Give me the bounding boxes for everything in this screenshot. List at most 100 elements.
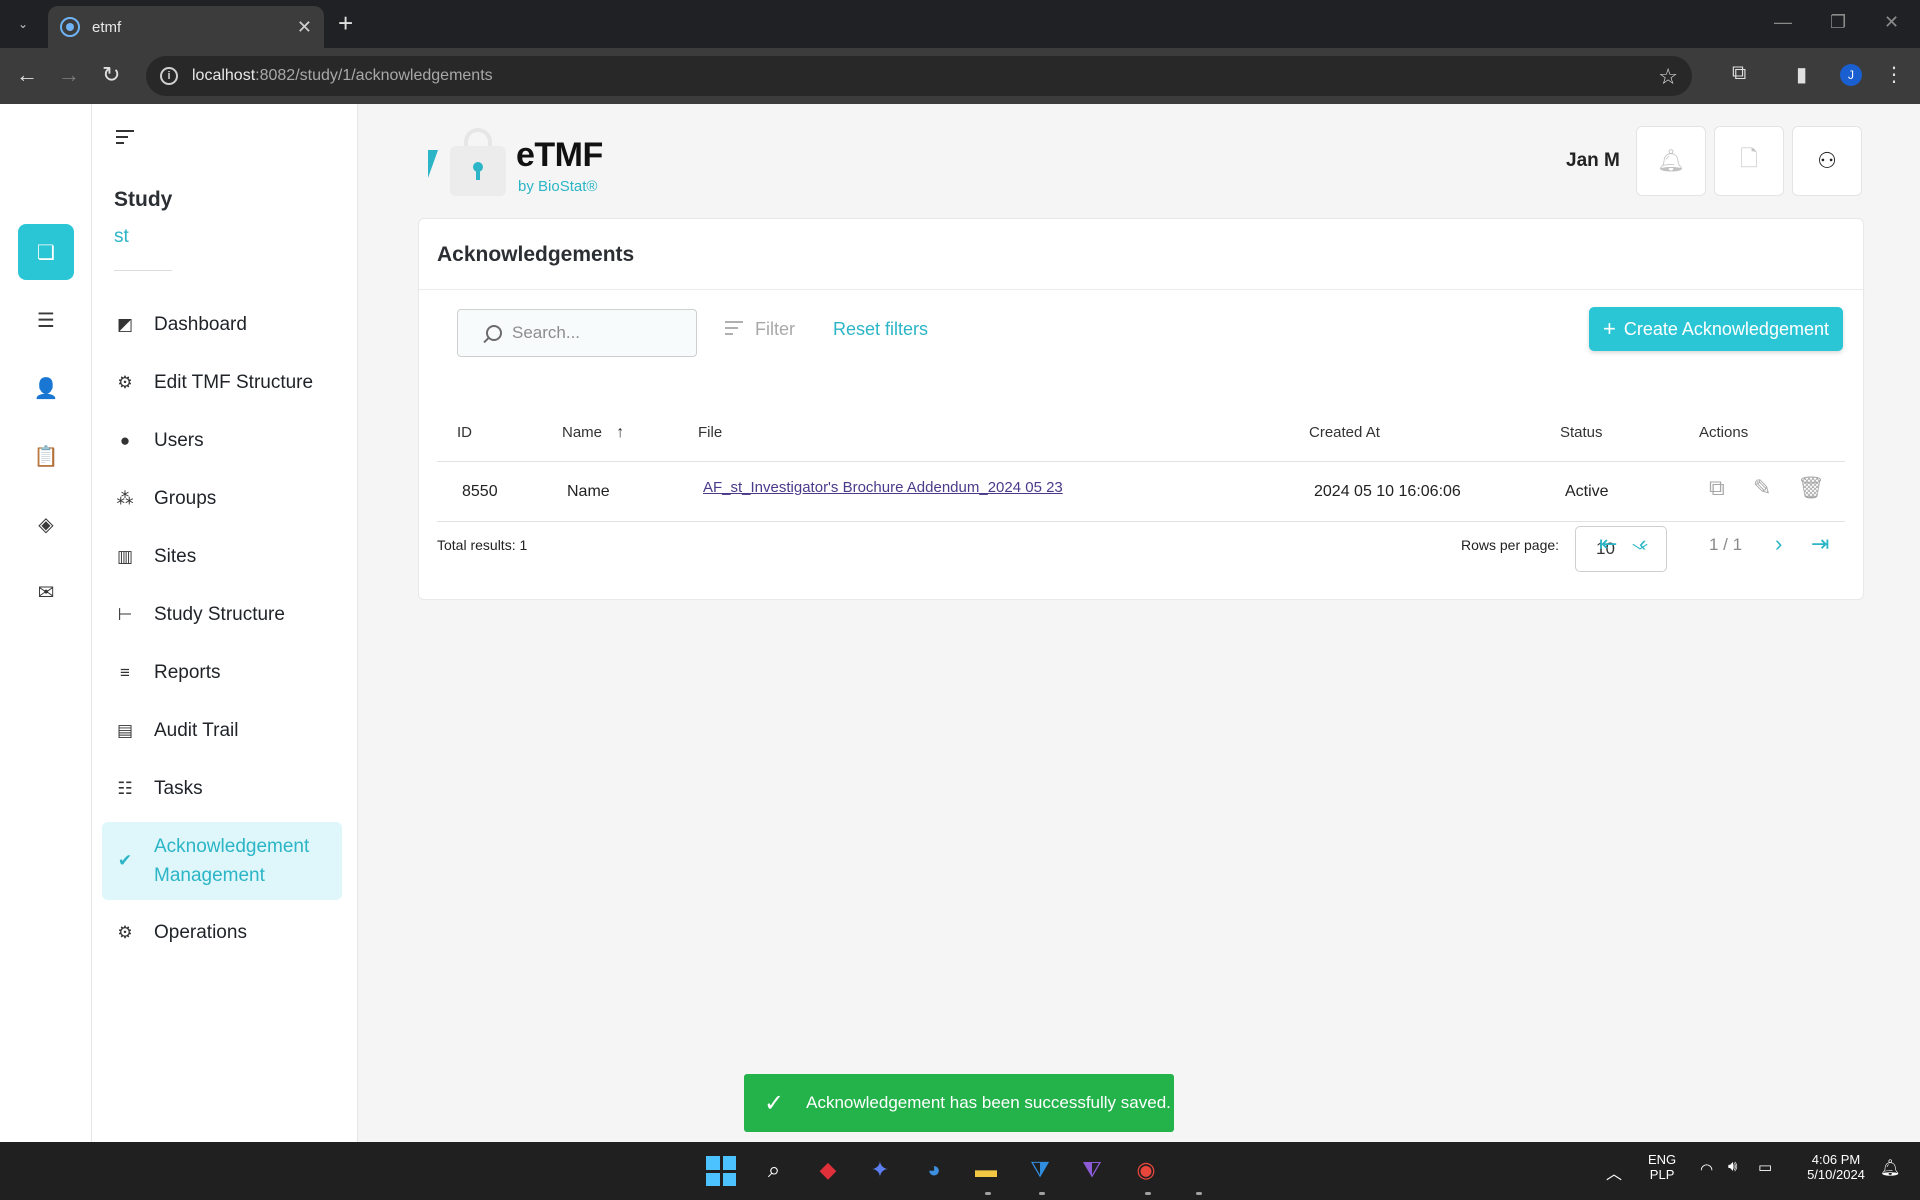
rail-list-icon[interactable]: ☰	[18, 292, 74, 348]
notifications-bell-icon[interactable]: 🔔︎	[1636, 126, 1706, 196]
column-header-created-at[interactable]: Created At	[1309, 424, 1380, 441]
rail-user-icon[interactable]: 👤	[18, 360, 74, 416]
column-header-name[interactable]: Name ↑	[562, 424, 624, 442]
previous-page-icon[interactable]: ‹	[1639, 531, 1646, 557]
back-arrow-icon[interactable]: ←	[16, 62, 38, 88]
column-header-status[interactable]: Status	[1560, 424, 1603, 441]
next-page-icon[interactable]: ›	[1775, 531, 1782, 557]
sidebar-item-dashboard[interactable]: ◩ Dashboard	[102, 296, 342, 354]
vivaldi-icon[interactable]: ◆	[810, 1152, 846, 1188]
notification-bell-icon[interactable]: 🔔︎	[1880, 1158, 1900, 1178]
bookmark-star-icon[interactable]: ☆	[1658, 64, 1678, 90]
success-toast: ✓ Acknowledgement has been successfully …	[744, 1074, 1174, 1132]
main-content: eTMF by BioStat® Jan M 🔔︎ 🗋 ⚇ Acknowledg…	[358, 104, 1920, 1142]
user-settings-icon[interactable]: ⚇	[1792, 126, 1862, 196]
browser-tab[interactable]: etmf ✕	[48, 6, 324, 48]
tray-chevron-up-icon[interactable]: ︿	[1606, 1160, 1622, 1184]
rail-study-icon[interactable]: ❏	[18, 224, 74, 280]
side-panel-icon[interactable]: ▮	[1796, 62, 1807, 87]
sidebar-item-groups[interactable]: ⁂ Groups	[102, 470, 342, 528]
profile-avatar[interactable]: J	[1840, 64, 1862, 86]
window-close-icon[interactable]: ✕	[1884, 12, 1899, 33]
sidebar-item-operations[interactable]: ⚙ Operations	[102, 904, 342, 962]
dashboard-icon: ◩	[116, 315, 134, 334]
search-icon[interactable]: ⌕	[756, 1152, 792, 1188]
rail-layers-icon[interactable]: ◈	[18, 496, 74, 552]
wifi-icon[interactable]: ◠	[1700, 1160, 1713, 1178]
browser-menu-icon[interactable]: ⋮	[1884, 62, 1904, 87]
rail-clipboard-icon[interactable]: 📋	[18, 428, 74, 484]
address-bar[interactable]: i localhost:8082/study/1/acknowledgement…	[146, 56, 1692, 96]
edit-pencil-icon[interactable]: ✎	[1753, 475, 1771, 501]
new-tab-plus-icon[interactable]: +	[338, 10, 353, 36]
volume-icon[interactable]: 🔊︎	[1728, 1158, 1737, 1175]
study-name[interactable]: st	[114, 226, 129, 248]
divider	[419, 289, 1865, 290]
task-list-icon: ☷	[117, 779, 133, 798]
divider	[114, 270, 172, 271]
sidebar-item-tasks[interactable]: ☷ Tasks	[102, 760, 342, 818]
browser-tab-bar: ⌄ etmf ✕ + — ❐ ✕	[0, 0, 1920, 48]
open-external-icon[interactable]: ⧉	[1709, 475, 1725, 501]
clock[interactable]: 4:06 PM 5/10/2024	[1796, 1152, 1876, 1182]
cell-status: Active	[1565, 483, 1609, 500]
tab-search-chevron-icon[interactable]: ⌄	[10, 12, 36, 36]
battery-icon[interactable]: ▭	[1758, 1158, 1772, 1176]
app-icon[interactable]: ✦	[862, 1152, 898, 1188]
sort-ascending-icon: ↑	[616, 424, 625, 441]
filter-label: Filter	[755, 319, 795, 339]
delete-trash-icon[interactable]: 🗑︎	[1797, 475, 1825, 501]
column-header-actions: Actions	[1699, 424, 1749, 441]
thunderbird-icon[interactable]: ◕	[916, 1152, 952, 1188]
sidebar-menu: ◩ Dashboard ⚙ Edit TMF Structure ● Users…	[102, 296, 342, 962]
filter-button[interactable]: Filter	[725, 319, 795, 340]
chrome-icon[interactable]: ◉	[1128, 1152, 1164, 1188]
column-header-file[interactable]: File	[698, 424, 722, 441]
extensions-puzzle-icon[interactable]: ⧉	[1732, 62, 1746, 85]
reset-filters-link[interactable]: Reset filters	[833, 319, 928, 340]
plus-icon: +	[1603, 316, 1616, 341]
rail-mail-icon[interactable]: ✉	[18, 564, 74, 620]
sidebar-collapse-icon[interactable]	[116, 130, 134, 148]
sidebar-item-sites[interactable]: ▥ Sites	[102, 528, 342, 586]
column-header-id[interactable]: ID	[457, 424, 472, 441]
sidebar-item-reports[interactable]: ≡ Reports	[102, 644, 342, 702]
cell-id: 8550	[462, 483, 498, 500]
last-page-icon[interactable]: ⇥	[1811, 531, 1829, 557]
sidebar-item-acknowledgement-management[interactable]: ✔ Acknowledgement Management	[102, 822, 342, 900]
reload-icon[interactable]: ↻	[102, 62, 120, 88]
tab-close-icon[interactable]: ✕	[297, 17, 312, 38]
create-acknowledgement-button[interactable]: + Create Acknowledgement	[1589, 307, 1843, 351]
sidebar-item-edit-tmf-structure[interactable]: ⚙ Edit TMF Structure	[102, 354, 342, 412]
file-explorer-icon[interactable]: ▬	[968, 1152, 1004, 1188]
document-icon[interactable]: 🗋	[1714, 126, 1784, 196]
running-indicator	[1145, 1192, 1151, 1195]
table-header-divider	[437, 461, 1845, 462]
rows-per-page-select[interactable]: 10 ﹀	[1575, 526, 1667, 572]
report-icon: ≡	[120, 663, 130, 682]
tab-title: etmf	[92, 18, 122, 36]
gears-icon: ⚙	[117, 923, 133, 942]
username: Jan M	[1566, 150, 1620, 171]
sidebar-item-audit-trail[interactable]: ▤ Audit Trail	[102, 702, 342, 760]
first-page-icon[interactable]: ⇤	[1599, 531, 1617, 557]
search-input[interactable]: Search...	[457, 309, 697, 357]
forward-arrow-icon[interactable]: →	[58, 62, 80, 88]
etmf-logo: eTMF by BioStat®	[428, 126, 628, 196]
sidebar: Study st ◩ Dashboard ⚙ Edit TMF Structur…	[92, 104, 358, 1142]
language-indicator[interactable]: ENG PLP	[1648, 1152, 1676, 1182]
file-link[interactable]: AF_st_Investigator's Brochure Addendum_2…	[703, 479, 1063, 496]
minimize-icon[interactable]: —	[1774, 12, 1792, 33]
total-results: Total results: 1	[437, 537, 528, 553]
site-info-icon[interactable]: i	[160, 67, 178, 85]
search-placeholder: Search...	[512, 323, 581, 342]
search-icon	[486, 325, 502, 341]
visual-studio-icon[interactable]: ⧨	[1074, 1152, 1110, 1188]
sidebar-item-study-structure[interactable]: ⊢ Study Structure	[102, 586, 342, 644]
windows-start-icon[interactable]	[706, 1156, 736, 1186]
sidebar-item-users[interactable]: ● Users	[102, 412, 342, 470]
vscode-icon[interactable]: ⧩	[1022, 1152, 1058, 1188]
logo-wedge	[428, 150, 438, 178]
rows-per-page-label: Rows per page:	[1461, 537, 1560, 553]
restore-icon[interactable]: ❐	[1830, 12, 1846, 33]
